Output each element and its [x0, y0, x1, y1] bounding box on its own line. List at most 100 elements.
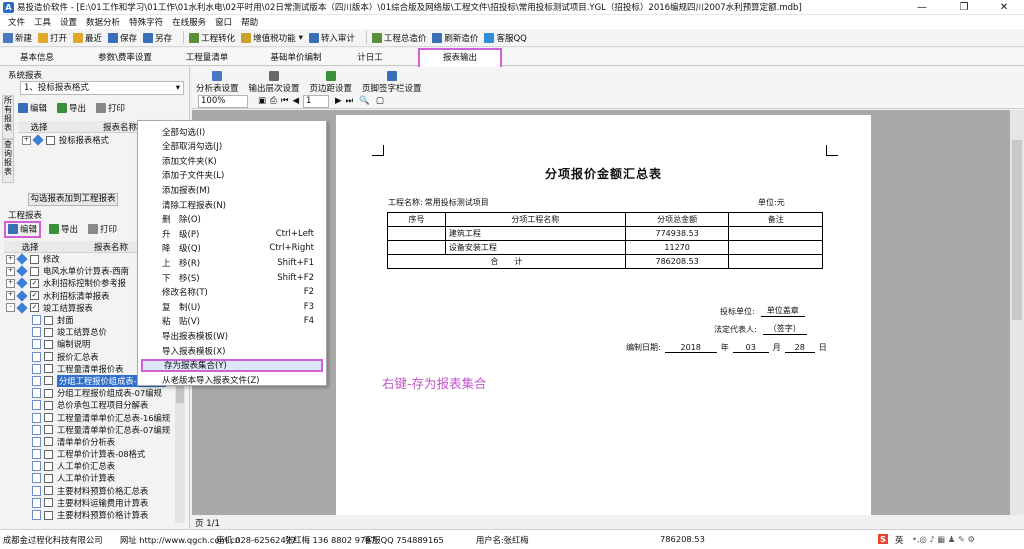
checkbox[interactable]: [44, 327, 53, 337]
toolbar-button-0[interactable]: 新建: [3, 32, 32, 44]
fullscreen-icon[interactable]: ▢: [376, 96, 384, 106]
checkbox[interactable]: [44, 400, 53, 410]
tree-row[interactable]: 人工单价汇总表: [6, 460, 174, 472]
context-menu-item-1[interactable]: 全部取消勾选(J): [162, 140, 322, 153]
checkbox[interactable]: [44, 473, 53, 483]
report-format-combo[interactable]: 1、投标报表格式 ▾: [20, 81, 184, 95]
context-menu-item-5[interactable]: 清除工程报表(N): [162, 198, 322, 211]
toolbar-button-3[interactable]: 保存: [108, 32, 137, 44]
tree-row[interactable]: 工程量清单单价汇总表-16编规: [6, 411, 174, 423]
checkbox[interactable]: ✓: [30, 291, 39, 301]
page-input[interactable]: 1: [303, 94, 330, 108]
context-menu-item-8[interactable]: 降 级(Q) Ctrl+Right: [162, 242, 322, 255]
checkbox[interactable]: [44, 486, 53, 496]
expand-icon[interactable]: +: [6, 254, 15, 264]
toolbar-button-8[interactable]: 工程总造价: [371, 32, 426, 44]
tab-4[interactable]: 计日工: [350, 51, 390, 63]
system-print-button[interactable]: 打印: [108, 102, 125, 114]
first-page-icon[interactable]: ⏮: [281, 96, 289, 106]
menu-item-3[interactable]: 数据分析: [86, 16, 120, 28]
system-edit-button[interactable]: 编辑: [30, 102, 47, 114]
project-print-button[interactable]: 打印: [100, 223, 117, 235]
toolbar-button-7[interactable]: 转入审计: [308, 32, 355, 44]
context-menu-item-9[interactable]: 上 移(R) Shift+F1: [162, 256, 322, 269]
report-setting-button-2[interactable]: 页边距设置: [310, 71, 352, 94]
expand-icon[interactable]: +: [22, 135, 31, 145]
toolbar-button-5[interactable]: 工程转化: [189, 32, 235, 44]
project-export-button[interactable]: 导出: [61, 223, 78, 235]
context-menu-item-6[interactable]: 删 除(O): [162, 213, 322, 226]
checkbox[interactable]: [44, 449, 53, 459]
search-icon[interactable]: 🔍: [359, 96, 370, 106]
collapse-icon[interactable]: -: [6, 303, 15, 313]
menu-item-2[interactable]: 设置: [60, 16, 77, 28]
expand-icon[interactable]: +: [6, 291, 15, 301]
tab-1[interactable]: 参数\费率设置: [90, 51, 160, 63]
tree-row[interactable]: 工程单价计算表-08格式: [6, 448, 174, 460]
menu-item-4[interactable]: 特殊字符: [129, 16, 163, 28]
chevron-down-icon[interactable]: ▾: [299, 33, 303, 43]
checkbox[interactable]: [30, 266, 39, 276]
minimize-button[interactable]: —: [902, 0, 942, 15]
checkbox[interactable]: [44, 339, 53, 349]
context-menu-item-0[interactable]: 全部勾选(I): [162, 125, 322, 138]
tab-3[interactable]: 基础单价编制: [256, 51, 336, 63]
tree-row[interactable]: 主要材料预算价格汇总表: [6, 485, 174, 497]
tree-row[interactable]: 主要材料预算价格计算表: [6, 509, 174, 521]
checkbox[interactable]: [44, 388, 53, 398]
checkbox[interactable]: [44, 413, 53, 423]
toolbar-button-10[interactable]: 客服QQ: [484, 32, 527, 44]
context-menu-item-4[interactable]: 添加报表(M): [162, 183, 322, 196]
toolbar-button-6[interactable]: 增值税功能 ▾: [241, 32, 303, 44]
checkbox[interactable]: [30, 254, 39, 264]
context-menu-item-12[interactable]: 复 制(U) F3: [162, 300, 322, 313]
close-button[interactable]: ✕: [984, 0, 1024, 15]
checkbox[interactable]: [44, 425, 53, 435]
zoom-select[interactable]: 100%: [198, 94, 248, 108]
menu-item-5[interactable]: 在线服务: [172, 16, 206, 28]
checkbox[interactable]: [46, 135, 55, 145]
report-setting-button-1[interactable]: 输出层次设置: [249, 71, 300, 94]
toolbar-button-4[interactable]: 另存: [143, 32, 172, 44]
preview-scrollbar-thumb[interactable]: [1012, 140, 1022, 320]
checkbox[interactable]: [44, 437, 53, 447]
tab-5[interactable]: 报表输出: [418, 48, 502, 68]
tree-row[interactable]: 工程量清单单价汇总表-07编规: [6, 424, 174, 436]
project-edit-button[interactable]: 编辑: [4, 220, 42, 238]
report-setting-button-0[interactable]: 分析表设置: [196, 71, 239, 94]
prev-page-icon[interactable]: ◀: [293, 96, 300, 106]
context-menu-item-7[interactable]: 升 级(P) Ctrl+Left: [162, 227, 322, 240]
maximize-button[interactable]: ❐: [944, 0, 984, 15]
preview-scrollbar[interactable]: [1010, 110, 1024, 515]
checkbox[interactable]: ✓: [30, 303, 39, 313]
print-report-icon[interactable]: ⎙: [270, 96, 277, 106]
checkbox[interactable]: [44, 510, 53, 520]
tree-row[interactable]: 分组工程报价组成表-07编规: [6, 387, 174, 399]
context-menu-item-13[interactable]: 粘 贴(V) F4: [162, 315, 322, 328]
add-to-project-button[interactable]: 勾选报表加到工程报表: [28, 193, 118, 206]
checkbox[interactable]: [44, 315, 53, 325]
ime-logo-icon[interactable]: S: [878, 534, 888, 544]
context-menu-item-10[interactable]: 下 移(S) Shift+F2: [162, 271, 322, 284]
expand-icon[interactable]: +: [6, 278, 15, 288]
menu-item-0[interactable]: 文件: [8, 16, 25, 28]
context-menu-item-16[interactable]: 存为报表集合(Y): [141, 358, 323, 372]
vtab-all-reports[interactable]: 所有报表: [2, 95, 14, 139]
system-export-button[interactable]: 导出: [69, 102, 86, 114]
next-page-icon[interactable]: ▶: [335, 96, 342, 106]
checkbox[interactable]: [44, 498, 53, 508]
menu-item-6[interactable]: 窗口: [215, 16, 232, 28]
vtab-query-reports[interactable]: 查询报表: [2, 139, 14, 183]
report-setting-button-3[interactable]: 页脚签字栏设置: [362, 71, 422, 94]
context-menu-item-14[interactable]: 导出报表模板(W): [162, 329, 322, 342]
last-page-icon[interactable]: ⏭: [346, 96, 354, 106]
expand-icon[interactable]: +: [6, 266, 15, 276]
tab-2[interactable]: 工程量清单: [176, 51, 238, 63]
ime-tools-icon[interactable]: •,◎ ♪ ▦ ♟ ✎ ⚙: [912, 534, 975, 544]
context-menu-item-11[interactable]: 修改名称(T) F2: [162, 286, 322, 299]
checkbox[interactable]: [44, 352, 53, 362]
checkbox[interactable]: [44, 364, 53, 374]
checkbox[interactable]: [44, 461, 53, 471]
toolbar-button-1[interactable]: 打开: [38, 32, 67, 44]
tree-row[interactable]: 总价承包工程项目分解表: [6, 399, 174, 411]
